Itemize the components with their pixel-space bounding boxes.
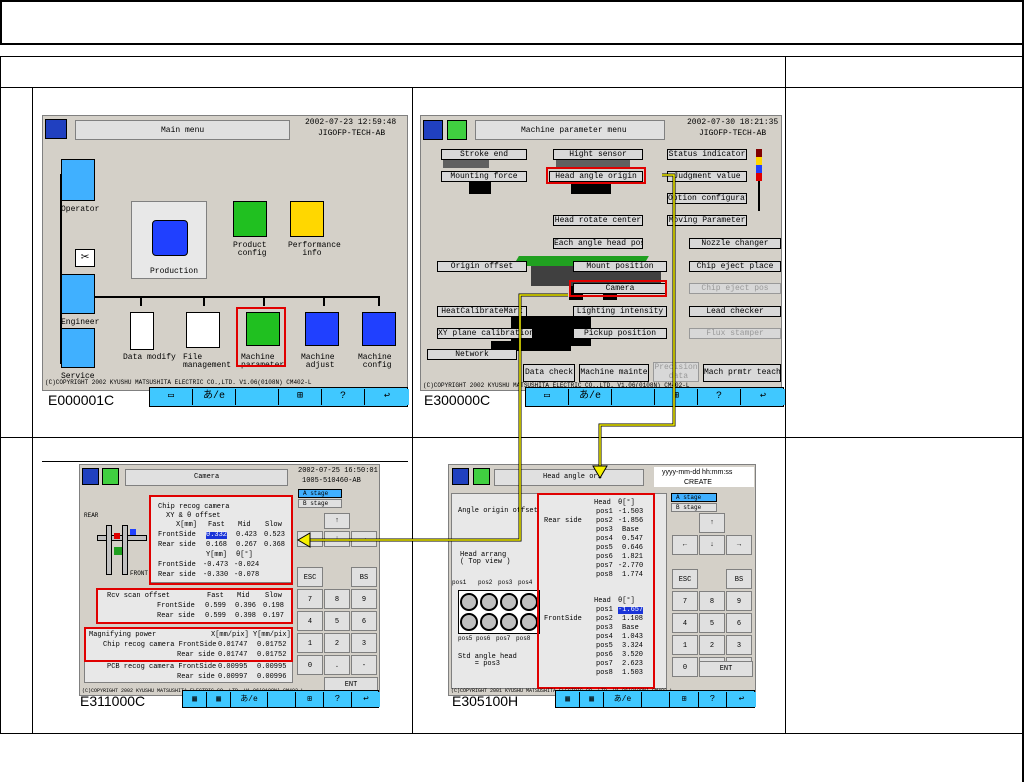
- left-arrowhead: [297, 532, 311, 548]
- connector-arrows: [297, 173, 676, 548]
- down-arrowhead: [592, 465, 608, 479]
